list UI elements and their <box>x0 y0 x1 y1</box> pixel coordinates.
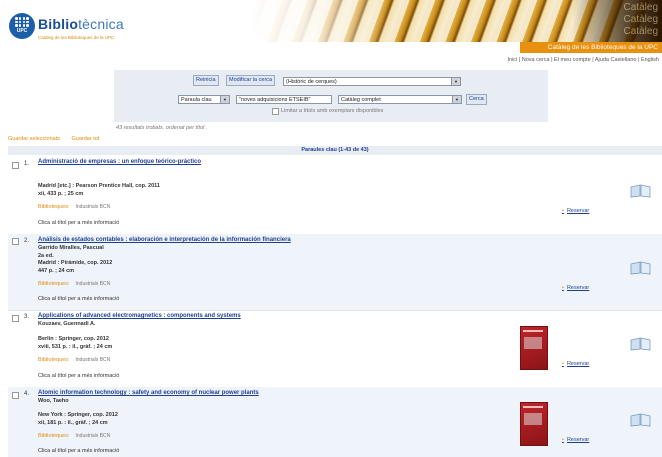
library-value: Industrials BCN <box>75 204 111 210</box>
reserve-label: Reservar <box>566 208 590 214</box>
book-icon[interactable] <box>630 337 652 351</box>
record-description: xii, 181 p. : il., gràf. ; 24 cm <box>38 420 108 426</box>
bullet-icon: • <box>562 208 564 214</box>
limit-available-checkbox[interactable] <box>272 108 279 115</box>
record-publication: Madrid [etc.] : Pearson Prentice Hall, c… <box>38 183 160 189</box>
libraries-label: Biblioteques: <box>38 281 70 287</box>
search-button[interactable]: Cerca <box>466 94 487 105</box>
record-info-hint: Clica al títol per a més informació <box>38 373 120 379</box>
reserve-label: Reservar <box>566 437 590 443</box>
chevron-down-icon[interactable]: ▼ <box>220 96 229 103</box>
record-description: 447 p. ; 24 cm <box>38 268 75 274</box>
record-info-hint: Clica al títol per a més informació <box>38 220 120 226</box>
record-description: xviii, 531 p. : il., gràf. ; 24 cm <box>38 344 113 350</box>
record-edition: 2a ed. <box>38 253 54 259</box>
record-checkbox[interactable] <box>12 162 19 169</box>
record-libraries: Biblioteques: Industrials BCN <box>38 357 110 363</box>
results-count: 43 resultats trobats. ordenat per títol … <box>116 125 208 131</box>
libraries-label: Biblioteques: <box>38 433 70 439</box>
limit-available-label: Limitar a títols amb exemplars disponibl… <box>281 108 384 114</box>
record-title[interactable]: Applications of advanced electromagnetic… <box>38 313 241 319</box>
reserve-link[interactable]: • Reservar <box>562 208 589 214</box>
bullet-icon: • <box>562 361 564 367</box>
search-input[interactable]: "noves adquisicions ETSEIB" <box>236 95 332 104</box>
book-icon[interactable] <box>630 413 652 427</box>
reserve-label: Reservar <box>566 361 590 367</box>
library-value: Industrials BCN <box>75 357 111 363</box>
record-publication: New York : Springer, cop. 2012 <box>38 412 118 418</box>
record-info-hint: Clica al títol per a més informació <box>38 448 120 454</box>
book-cover-image[interactable] <box>520 402 548 446</box>
save-actions: Guardar seleccionats Guardar tot <box>8 136 109 142</box>
upc-logo[interactable]: UPC <box>9 13 35 39</box>
bullet-icon: • <box>562 285 564 291</box>
reserve-link[interactable]: • Reservar <box>562 285 589 291</box>
record-number: 1. <box>24 161 30 167</box>
record-title[interactable]: Administració de empresas : un enfoque t… <box>38 159 201 165</box>
search-history-select[interactable]: (Històric de cerques) ▼ <box>283 77 461 86</box>
record-checkbox[interactable] <box>12 315 19 322</box>
save-all-link[interactable]: Guardar tot <box>72 136 100 142</box>
record-checkbox[interactable] <box>12 392 19 399</box>
record-libraries: Biblioteques: Industrials BCN <box>38 433 110 439</box>
reset-button[interactable]: Reinicia <box>193 75 219 86</box>
record-info-hint: Clica al títol per a més informació <box>38 296 120 302</box>
brand-subtitle: Catàleg de les Biblioteques de la UPC <box>38 35 115 40</box>
record-author: Kouzaev, Guennadi A. <box>38 321 96 327</box>
record-number: 2. <box>24 238 30 244</box>
brand-bold: Biblio <box>38 16 79 32</box>
banner-fade <box>250 0 390 42</box>
book-icon[interactable] <box>630 184 652 198</box>
library-value: Industrials BCN <box>75 281 111 287</box>
record-publication: Berlin : Springer, cop. 2012 <box>38 336 109 342</box>
save-selected-link[interactable]: Guardar seleccionats <box>8 136 60 142</box>
search-history-value: (Històric de cerques) <box>286 79 337 85</box>
library-value: Industrials BCN <box>75 433 111 439</box>
search-field-select[interactable]: Paraula clau ▼ <box>178 95 230 104</box>
banner-ghost-text: Catàleg <box>623 14 658 25</box>
record-libraries: Biblioteques: Industrials BCN <box>38 204 110 210</box>
record-libraries: Biblioteques: Industrials BCN <box>38 281 110 287</box>
search-query-value: "noves adquisicions ETSEIB" <box>239 97 311 103</box>
brand-light: tècnica <box>78 16 124 32</box>
record-publication: Madrid : Pirámide, cop. 2012 <box>38 260 113 266</box>
logo-text: UPC <box>16 28 28 34</box>
bullet-icon: • <box>562 437 564 443</box>
record-title[interactable]: Atomic information technology : safety a… <box>38 390 259 396</box>
book-cover-image[interactable] <box>520 326 548 370</box>
catalog-title-bar: Catàleg de les Biblioteques de la UPC <box>520 42 662 53</box>
top-navigation[interactable]: Inici | Nova cerca | El meu compte | Aju… <box>507 57 659 63</box>
reserve-label: Reservar <box>566 285 590 291</box>
modify-search-button[interactable]: Modificar la cerca <box>226 75 276 86</box>
brand-title[interactable]: Bibliotècnica <box>38 16 124 32</box>
scope-value: Catàleg complet <box>341 97 381 103</box>
record-number: 4. <box>24 391 30 397</box>
divider <box>8 310 662 311</box>
scope-select[interactable]: Catàleg complet ▼ <box>338 95 462 104</box>
banner-ghost-text: Catàleg <box>623 26 658 37</box>
record-author: Woo, Taeho <box>38 398 69 404</box>
reserve-link[interactable]: • Reservar <box>562 361 589 367</box>
libraries-label: Biblioteques: <box>38 357 70 363</box>
record-author: Garrido Miralles, Pascual <box>38 245 104 251</box>
chevron-down-icon[interactable]: ▼ <box>452 96 461 103</box>
page-header: Catàleg Catàleg Catàleg Catàleg de les B… <box>0 0 662 56</box>
reserve-link[interactable]: • Reservar <box>562 437 589 443</box>
search-field-value: Paraula clau <box>181 97 212 103</box>
results-header: Paraules clau (1-43 de 43) <box>8 146 662 155</box>
book-icon[interactable] <box>630 261 652 275</box>
chevron-down-icon[interactable]: ▼ <box>451 78 460 85</box>
banner-ghost-text: Catàleg <box>623 2 658 13</box>
record-number: 3. <box>24 314 30 320</box>
record-checkbox[interactable] <box>12 238 19 245</box>
record-description: xii, 433 p. ; 25 cm <box>38 191 84 197</box>
record-title[interactable]: Análisis de estados contables : elaborac… <box>38 237 291 243</box>
logo-dots-icon <box>15 17 29 27</box>
libraries-label: Biblioteques: <box>38 204 70 210</box>
